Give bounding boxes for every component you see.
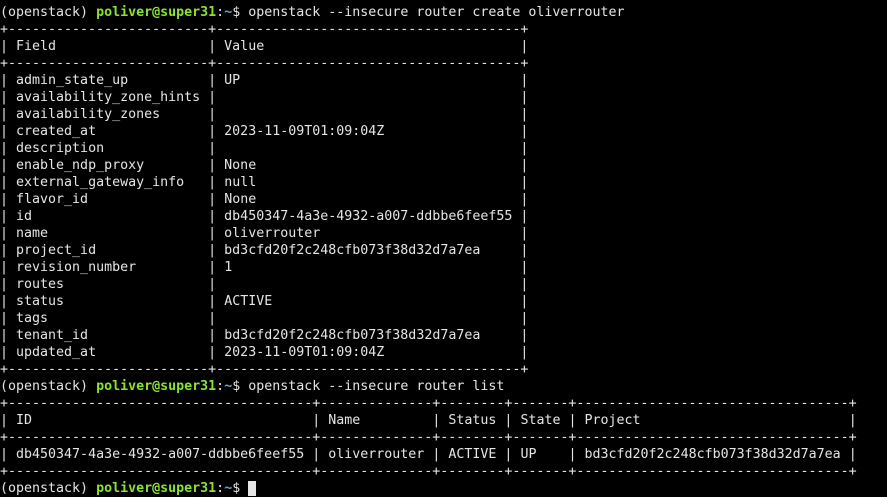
table-row: | name | oliverrouter | [0, 226, 529, 241]
table-row: | enable_ndp_proxy | None | [0, 158, 529, 173]
prompt-separator: : [216, 379, 225, 394]
table-border: +-------------------------+-------------… [0, 362, 529, 377]
prompt-separator: : [216, 481, 225, 496]
table-row: | tenant_id | bd3cfd20f2c248cfb073f38d32… [0, 328, 529, 343]
table-cell: updated_at [16, 345, 97, 360]
table-border: +-------------------------+-------------… [0, 22, 529, 37]
terminal-output[interactable]: (openstack) poliver@super31:~$ openstack… [0, 4, 857, 497]
prompt-user-host: poliver@super31 [96, 5, 217, 20]
table-cell: UP [520, 447, 537, 462]
cursor [248, 481, 257, 496]
prompt-separator: : [216, 5, 225, 20]
table-cell: None [224, 158, 257, 173]
command-text: openstack --insecure router list [248, 379, 505, 394]
prompt-path: ~ [224, 379, 233, 394]
table-cell: oliverrouter [328, 447, 425, 462]
prompt-env: (openstack) [0, 379, 97, 394]
column-header: ID [16, 413, 33, 428]
table-row: | admin_state_up | UP | [0, 73, 529, 88]
prompt-path: ~ [224, 5, 233, 20]
table-row: | project_id | bd3cfd20f2c248cfb073f38d3… [0, 243, 529, 258]
table-cell: flavor_id [16, 192, 89, 207]
table-cell: availability_zones [16, 107, 161, 122]
table-header: | ID | Name | Status | State | Project | [0, 413, 857, 428]
table-row: | revision_number | 1 | [0, 260, 529, 275]
table-cell: revision_number [16, 260, 137, 275]
table-border: +--------------------------------------+… [0, 396, 857, 411]
table-border: +-------------------------+-------------… [0, 56, 529, 71]
table-row: | status | ACTIVE | [0, 294, 529, 309]
table-cell: db450347-4a3e-4932-a007-ddbbe6feef55 [224, 209, 513, 224]
table-cell: status [16, 294, 65, 309]
table-cell: ACTIVE [224, 294, 273, 309]
table-header: | Field | Value | [0, 39, 529, 54]
column-header: State [520, 413, 561, 428]
table-cell: description [16, 141, 105, 156]
table-border: +--------------------------------------+… [0, 464, 857, 479]
table-cell: 2023-11-09T01:09:04Z [224, 124, 385, 139]
table-cell: db450347-4a3e-4932-a007-ddbbe6feef55 [16, 447, 305, 462]
prompt-env: (openstack) [0, 5, 97, 20]
table-cell: None [224, 192, 257, 207]
prompt-line: (openstack) poliver@super31:~$ openstack… [0, 4, 857, 21]
table-cell: routes [16, 277, 65, 292]
prompt-line: (openstack) poliver@super31:~$ openstack… [0, 378, 857, 395]
table-row: | created_at | 2023-11-09T01:09:04Z | [0, 124, 529, 139]
prompt-symbol: $ [232, 5, 249, 20]
table-cell: ACTIVE [448, 447, 497, 462]
table-cell: bd3cfd20f2c248cfb073f38d32d7a7ea [584, 447, 841, 462]
table-cell: 1 [224, 260, 233, 275]
table-cell: enable_ndp_proxy [16, 158, 145, 173]
table-cell: id [16, 209, 33, 224]
table-row: | routes | | [0, 277, 529, 292]
table-cell: name [16, 226, 49, 241]
command-text: openstack --insecure router create olive… [248, 5, 625, 20]
table-border: +--------------------------------------+… [0, 430, 857, 445]
column-header: Field [16, 39, 57, 54]
table-row: | updated_at | 2023-11-09T01:09:04Z | [0, 345, 529, 360]
prompt-env: (openstack) [0, 481, 97, 496]
table-row: | tags | | [0, 311, 529, 326]
table-cell: 2023-11-09T01:09:04Z [224, 345, 385, 360]
table-row: | id | db450347-4a3e-4932-a007-ddbbe6fee… [0, 209, 529, 224]
table-cell: bd3cfd20f2c248cfb073f38d32d7a7ea [224, 243, 481, 258]
table-cell: external_gateway_info [16, 175, 185, 190]
table-cell: availability_zone_hints [16, 90, 201, 105]
table-cell: created_at [16, 124, 97, 139]
table-cell: tenant_id [16, 328, 89, 343]
table-cell: oliverrouter [224, 226, 321, 241]
prompt-symbol: $ [232, 379, 249, 394]
table-row: | description | | [0, 141, 529, 156]
table-row: | db450347-4a3e-4932-a007-ddbbe6feef55 |… [0, 447, 857, 462]
table-cell: null [224, 175, 257, 190]
prompt-symbol: $ [232, 481, 249, 496]
column-header: Value [224, 39, 265, 54]
table-cell: UP [224, 73, 241, 88]
table-row: | flavor_id | None | [0, 192, 529, 207]
column-header: Project [584, 413, 641, 428]
column-header: Name [328, 413, 361, 428]
table-row: | availability_zone_hints | | [0, 90, 529, 105]
prompt-user-host: poliver@super31 [96, 379, 217, 394]
table-cell: tags [16, 311, 49, 326]
prompt-line: (openstack) poliver@super31:~$ [0, 480, 857, 497]
table-row: | external_gateway_info | null | [0, 175, 529, 190]
table-cell: bd3cfd20f2c248cfb073f38d32d7a7ea [224, 328, 481, 343]
table-cell: admin_state_up [16, 73, 129, 88]
table-row: | availability_zones | | [0, 107, 529, 122]
column-header: Status [448, 413, 497, 428]
table-cell: project_id [16, 243, 97, 258]
prompt-path: ~ [224, 481, 233, 496]
prompt-user-host: poliver@super31 [96, 481, 217, 496]
